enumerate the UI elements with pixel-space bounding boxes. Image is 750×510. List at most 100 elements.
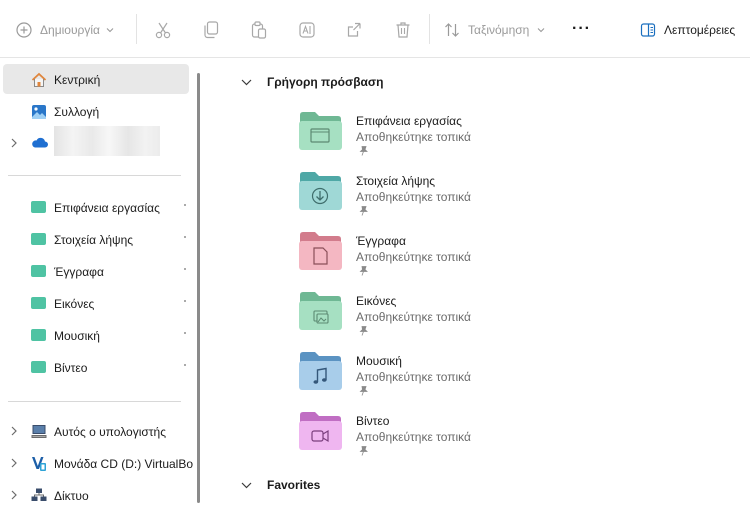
pin-icon [359, 146, 368, 156]
section-title: Favorites [267, 478, 321, 492]
documents-folder-icon [299, 232, 342, 270]
videos-folder-icon [299, 412, 342, 450]
item-name: Στοιχεία λήψης [356, 174, 436, 188]
share-button[interactable] [347, 16, 363, 44]
documents-folder-icon [31, 265, 46, 277]
item-name: Έγγραφα [356, 234, 406, 248]
sidebar-item-this-pc[interactable]: Αυτός ο υπολογιστής [0, 416, 189, 446]
sidebar-item-label: Έγγραφα [54, 265, 104, 279]
sidebar-divider [8, 401, 181, 402]
quick-access-item-documents[interactable]: Έγγραφα Αποθηκεύτηκε τοπικά [298, 231, 558, 291]
sidebar-item-home[interactable]: Κεντρική [3, 64, 189, 94]
network-icon [31, 488, 47, 501]
sidebar-item-downloads[interactable]: Στοιχεία λήψης [0, 224, 189, 254]
sidebar-item-label: Στοιχεία λήψης [54, 233, 134, 247]
item-name: Μουσική [356, 354, 402, 368]
sidebar-item-pictures[interactable]: Εικόνες [0, 288, 189, 318]
chevron-down-icon [241, 79, 252, 85]
sidebar-item-label: Συλλογή [54, 105, 100, 119]
sidebar-item-videos[interactable]: Βίντεο [0, 352, 189, 382]
pin-icon [184, 268, 186, 270]
sidebar-item-label: Αυτός ο υπολογιστής [54, 425, 166, 439]
item-status: Αποθηκεύτηκε τοπικά [356, 310, 471, 324]
command-bar: Δημιουργία Ταξινόμηση ··· Λεπτομέρειες [0, 0, 750, 58]
copy-button[interactable] [203, 16, 219, 44]
quick-access-item-music[interactable]: Μουσική Αποθηκεύτηκε τοπικά [298, 351, 558, 411]
plus-circle-icon [16, 22, 32, 38]
rename-icon [299, 22, 315, 38]
share-icon [347, 22, 361, 37]
more-options-button[interactable]: ··· [572, 15, 591, 43]
sidebar-item-gallery[interactable]: Συλλογή [0, 96, 189, 126]
item-name: Επιφάνεια εργασίας [356, 114, 462, 128]
downloads-folder-icon [31, 233, 46, 245]
section-title: Γρήγορη πρόσβαση [267, 75, 384, 89]
sidebar-item-cd-drive[interactable]: Μονάδα CD (D:) VirtualBo [0, 448, 193, 478]
trash-icon [396, 22, 410, 38]
quick-access-item-videos[interactable]: Βίντεο Αποθηκεύτηκε τοπικά [298, 411, 558, 471]
quick-access-item-desktop[interactable]: Επιφάνεια εργασίας Αποθηκεύτηκε τοπικά [298, 111, 558, 171]
computer-icon [31, 425, 47, 438]
details-pane-button[interactable]: Λεπτομέρειες [640, 16, 735, 44]
quick-access-item-downloads[interactable]: Στοιχεία λήψης Αποθηκεύτηκε τοπικά [298, 171, 558, 231]
pin-icon [184, 236, 186, 238]
rename-button[interactable] [299, 16, 315, 44]
cut-button[interactable] [155, 16, 171, 44]
sidebar-divider [8, 175, 181, 176]
pictures-folder-icon [31, 297, 46, 309]
sidebar-item-network[interactable]: Δίκτυο [0, 480, 189, 510]
sidebar-item-label: Κεντρική [54, 73, 101, 87]
sidebar-item-label: Μονάδα CD (D:) VirtualBo [54, 457, 194, 471]
sidebar-item-label: Βίντεο [54, 361, 88, 375]
sidebar-item-label: Μουσική [54, 329, 100, 343]
pin-icon [184, 364, 186, 366]
home-icon [31, 72, 47, 87]
copy-icon [204, 21, 219, 39]
item-name: Εικόνες [356, 294, 397, 308]
item-name: Βίντεο [356, 414, 390, 428]
content-pane: Γρήγορη πρόσβαση Επιφάνεια εργασίας Αποθ… [205, 59, 750, 503]
pin-icon [359, 206, 368, 216]
new-button[interactable]: Δημιουργία [16, 16, 114, 44]
sort-button-label: Ταξινόμηση [468, 23, 530, 37]
paste-button[interactable] [251, 16, 267, 44]
item-status: Αποθηκεύτηκε τοπικά [356, 430, 471, 444]
new-button-label: Δημιουργία [40, 23, 100, 37]
cloud-icon [32, 137, 48, 148]
sidebar-item-label: Εικόνες [54, 297, 95, 311]
chevron-right-icon [11, 138, 17, 148]
pin-icon [359, 386, 368, 396]
gallery-icon [32, 105, 46, 119]
pictures-folder-icon [299, 292, 342, 330]
toolbar-divider [429, 14, 430, 44]
sidebar-scrollbar[interactable] [197, 73, 200, 503]
chevron-right-icon [11, 458, 17, 468]
item-status: Αποθηκεύτηκε τοπικά [356, 370, 471, 384]
toolbar-divider [136, 14, 137, 44]
sidebar-item-documents[interactable]: Έγγραφα [0, 256, 189, 286]
scissors-icon [155, 22, 171, 39]
sidebar-item-music[interactable]: Μουσική [0, 320, 189, 350]
desktop-folder-icon [299, 112, 342, 150]
virtualbox-cd-icon [32, 457, 46, 471]
pin-icon [359, 446, 368, 456]
pin-icon [184, 204, 186, 206]
chevron-right-icon [11, 426, 17, 436]
quick-access-item-pictures[interactable]: Εικόνες Αποθηκεύτηκε τοπικά [298, 291, 558, 351]
quick-access-section-header[interactable]: Γρήγορη πρόσβαση [241, 72, 383, 92]
clipboard-icon [251, 21, 267, 39]
sort-button[interactable]: Ταξινόμηση [444, 16, 545, 44]
favorites-section-header[interactable]: Favorites [241, 475, 320, 495]
chevron-down-icon [537, 28, 545, 33]
delete-button[interactable] [395, 16, 411, 44]
sidebar-item-desktop[interactable]: Επιφάνεια εργασίας [0, 192, 189, 222]
pin-icon [359, 326, 368, 336]
chevron-down-icon [106, 28, 114, 33]
pin-icon [184, 300, 186, 302]
chevron-down-icon [241, 482, 252, 488]
music-folder-icon [31, 329, 46, 341]
chevron-right-icon [11, 490, 17, 500]
sidebar-item-label: Δίκτυο [54, 489, 89, 503]
desktop-folder-icon [31, 201, 46, 213]
details-pane-label: Λεπτομέρειες [664, 23, 736, 37]
